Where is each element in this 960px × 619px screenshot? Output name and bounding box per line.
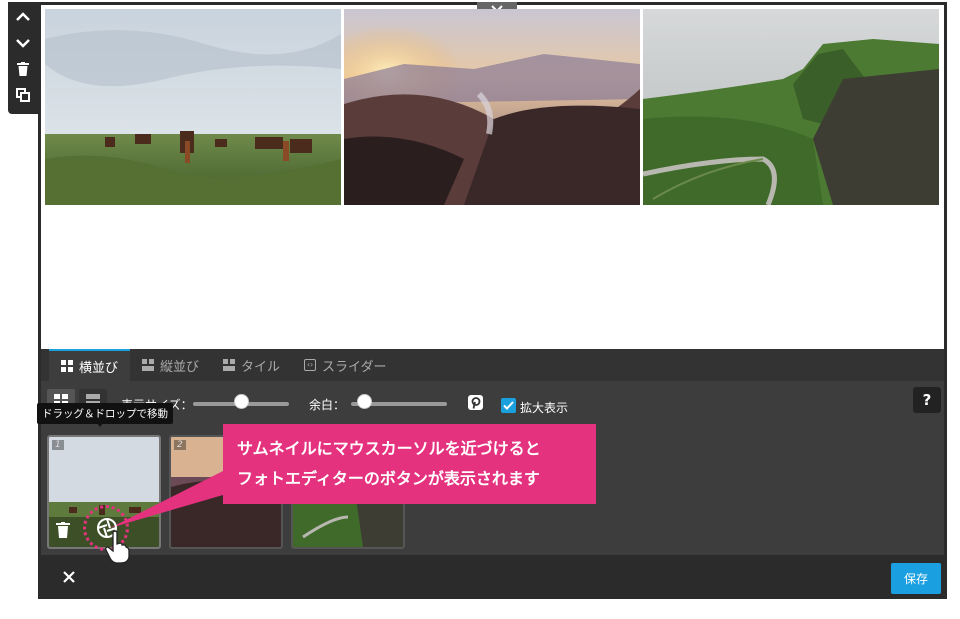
close-icon — [63, 571, 75, 583]
tab-label: 縦並び — [160, 359, 200, 375]
slider-icon: ‹› — [304, 359, 317, 371]
tab-vertical[interactable]: 縦並び — [130, 349, 211, 381]
duplicate-block-button[interactable] — [12, 86, 34, 104]
callout-line-1: サムネイルにマウスカーソルを近づけると — [237, 439, 541, 458]
panel-footer: 保存 — [41, 555, 944, 599]
size-slider-knob[interactable] — [234, 394, 249, 409]
valley-photo — [344, 9, 640, 205]
hand-cursor-icon — [104, 530, 130, 568]
gallery-photos — [45, 9, 939, 205]
save-button[interactable]: 保存 — [891, 563, 941, 594]
callout-pointer — [110, 470, 240, 528]
pointer-hand-icon — [105, 530, 130, 564]
move-down-button[interactable] — [12, 34, 34, 52]
gallery-photo-valley[interactable] — [344, 9, 640, 205]
close-button[interactable] — [59, 567, 79, 587]
gallery-controls: 表示サイズ： 余白： 拡大表示 ? — [41, 381, 944, 421]
trash-icon — [17, 62, 29, 76]
tab-label: 横並び — [79, 360, 119, 376]
callout-line-2: フォトエディターのボタンが表示されます — [237, 469, 540, 488]
gallery-photo-cliffs[interactable] — [643, 9, 939, 205]
gallery-photo-horses[interactable] — [45, 9, 341, 205]
trash-icon — [56, 522, 70, 538]
tab-label: スライダー — [322, 359, 387, 375]
cliffs-photo — [643, 9, 939, 205]
horses-photo — [45, 9, 341, 205]
tab-slider[interactable]: ‹› スライダー — [292, 349, 398, 381]
thumbnail-number: 2 — [174, 440, 186, 450]
pinterest-button[interactable] — [468, 395, 483, 410]
duplicate-icon — [16, 88, 30, 102]
drag-tooltip: ドラッグ＆ドロップで移動 — [37, 403, 173, 427]
zoom-label: 拡大表示 — [520, 401, 569, 415]
block-toolbar — [8, 2, 38, 114]
spacing-slider-knob[interactable] — [357, 394, 372, 409]
grid-icon — [142, 359, 155, 371]
pinterest-icon — [471, 396, 480, 409]
grid-icon — [61, 360, 73, 372]
chevron-up-icon — [16, 12, 30, 21]
delete-block-button[interactable] — [12, 60, 34, 78]
move-up-button[interactable] — [12, 8, 34, 26]
layout-tabs: 横並び 縦並び タイル ‹› スライダー — [41, 349, 944, 381]
chevron-down-icon — [16, 39, 30, 48]
spacing-label: 余白： — [309, 398, 346, 412]
thumbnail-delete-button[interactable] — [56, 522, 70, 542]
zoom-checkbox[interactable] — [501, 398, 516, 413]
grid-icon — [223, 359, 236, 371]
tab-label: タイル — [241, 359, 281, 375]
tab-tile[interactable]: タイル — [211, 349, 292, 381]
checkmark-icon — [503, 401, 514, 410]
tab-horizontal[interactable]: 横並び — [49, 349, 131, 381]
thumbnail-number: 1 — [52, 440, 64, 450]
help-button[interactable]: ? — [913, 387, 941, 413]
callout-box: サムネイルにマウスカーソルを近づけると フォトエディターのボタンが表示されます — [223, 424, 596, 504]
